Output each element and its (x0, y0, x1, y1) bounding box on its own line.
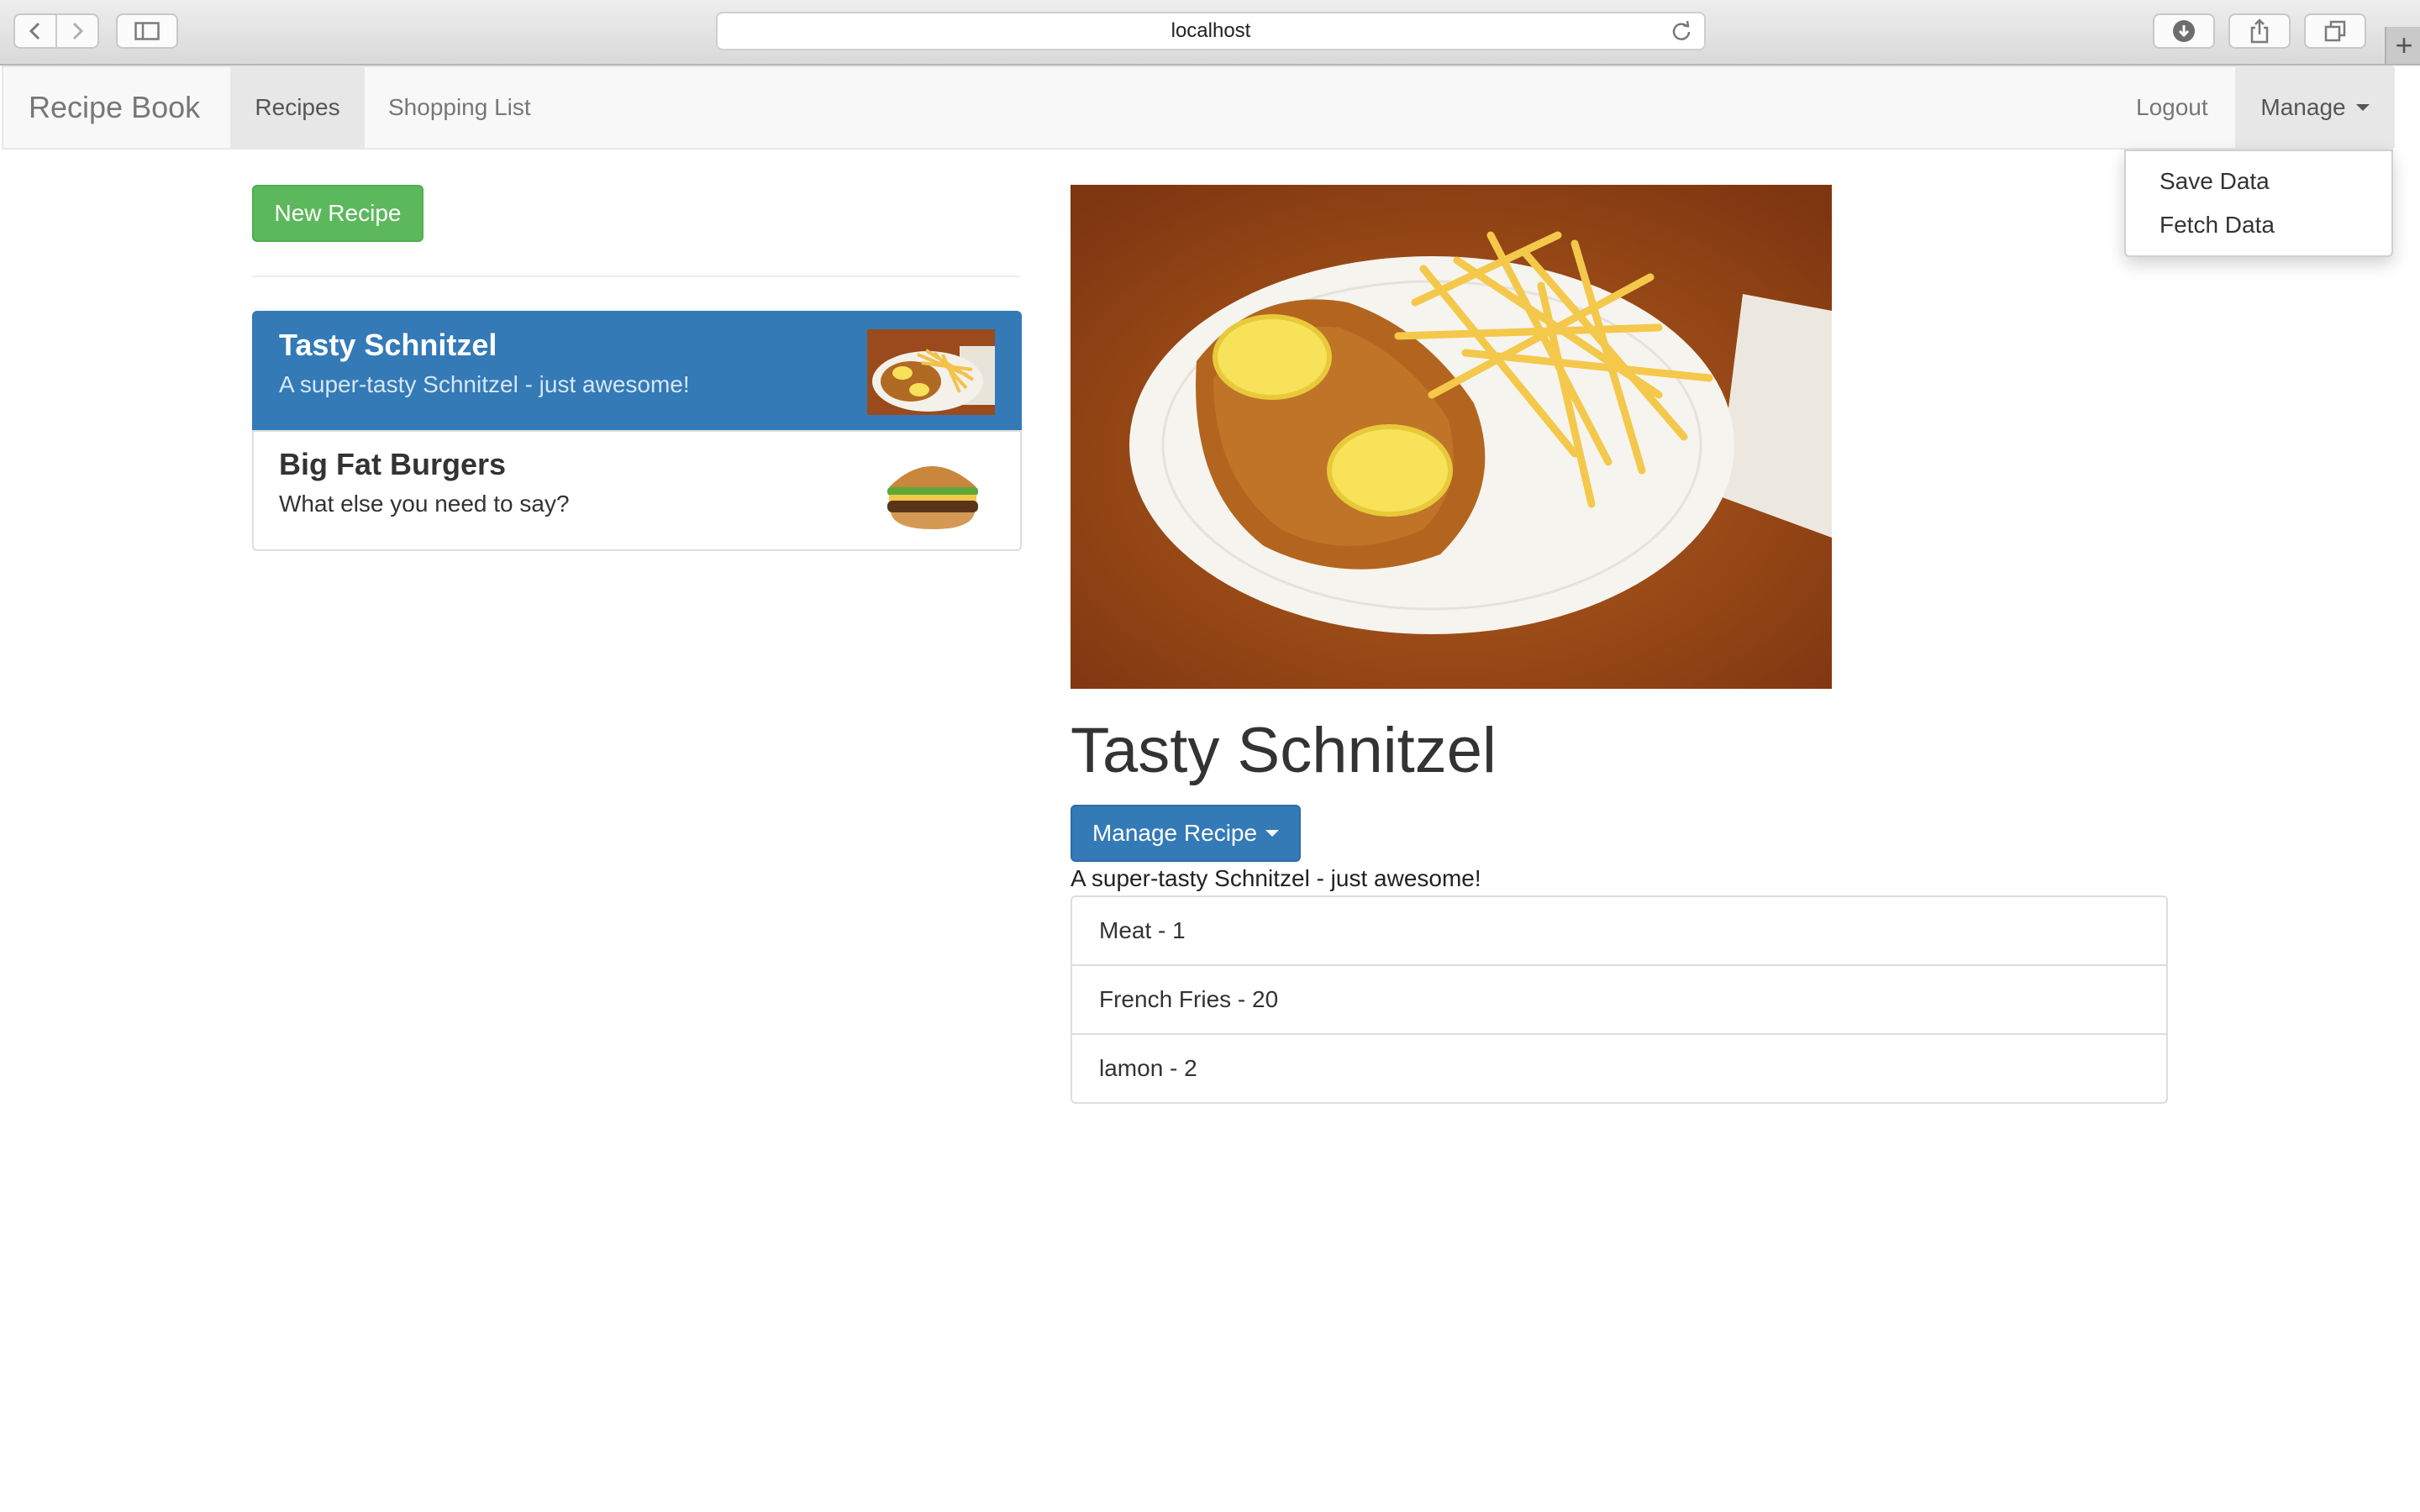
fetch-data-menu-item[interactable]: Fetch Data (2160, 212, 2275, 239)
share-button[interactable] (2228, 13, 2291, 49)
downloads-button[interactable] (2153, 13, 2215, 49)
manage-dropdown-menu: Save Data Fetch Data (2124, 150, 2393, 257)
nav-shopping-list[interactable]: Shopping List (388, 67, 531, 148)
show-tabs-button[interactable] (2304, 13, 2366, 49)
forward-button[interactable] (55, 15, 97, 47)
manage-recipe-label: Manage Recipe (1092, 820, 1258, 846)
burger-thumbnail (867, 449, 995, 534)
back-button[interactable] (15, 15, 55, 47)
recipe-name: Tasty Schnitzel (279, 328, 497, 362)
ingredient-item[interactable]: French Fries - 20 (1071, 964, 2168, 1035)
new-recipe-button[interactable]: New Recipe (252, 185, 424, 242)
new-tab-button[interactable]: + (2385, 27, 2420, 64)
sidebar-toggle-button[interactable] (116, 13, 178, 49)
tabs-icon (2324, 20, 2346, 42)
recipe-image (1071, 185, 1832, 689)
recipe-list-item[interactable]: Tasty Schnitzel A super-tasty Schnitzel … (252, 311, 1022, 432)
schnitzel-thumbnail (867, 329, 995, 415)
recipe-description: What else you need to say? (279, 491, 570, 517)
share-icon (2250, 18, 2269, 44)
browser-toolbar: localhost + (0, 0, 2420, 66)
navbar-brand[interactable]: Recipe Book (29, 67, 200, 148)
sidebar-icon (134, 22, 160, 40)
nav-recipes[interactable]: Recipes (230, 67, 365, 148)
recipe-detail-description: A super-tasty Schnitzel - just awesome! (1071, 865, 1481, 891)
caret-down-icon (1265, 830, 1280, 837)
divider (252, 276, 1020, 277)
recipe-list-item[interactable]: Big Fat Burgers What else you need to sa… (252, 430, 1022, 551)
app-navbar: Recipe Book Recipes Shopping List Logout… (2, 66, 2395, 150)
back-icon (29, 22, 40, 40)
manage-recipe-button[interactable]: Manage Recipe (1071, 805, 1301, 862)
manage-label: Manage (2260, 94, 2346, 120)
address-bar[interactable]: localhost (716, 12, 1706, 50)
history-buttons (13, 13, 99, 49)
ingredient-item[interactable]: Meat - 1 (1071, 895, 2168, 966)
url-text: localhost (1171, 19, 1251, 42)
recipe-title: Tasty Schnitzel (1071, 715, 1497, 786)
reload-icon[interactable] (1670, 20, 1692, 42)
download-icon (2173, 20, 2195, 42)
save-data-menu-item[interactable]: Save Data (2160, 168, 2270, 195)
logout-link[interactable]: Logout (2136, 67, 2208, 148)
manage-dropdown-toggle[interactable]: Manage (2235, 67, 2395, 148)
new-tab-icon: + (2395, 28, 2413, 62)
ingredient-list: Meat - 1 French Fries - 20 lamon - 2 (1071, 895, 2168, 1104)
recipe-description: A super-tasty Schnitzel - just awesome! (279, 371, 690, 397)
ingredient-item[interactable]: lamon - 2 (1071, 1033, 2168, 1104)
recipe-list: Tasty Schnitzel A super-tasty Schnitzel … (252, 311, 1022, 551)
forward-icon (72, 22, 84, 40)
caret-down-icon (2355, 104, 2370, 111)
recipe-name: Big Fat Burgers (279, 447, 507, 481)
